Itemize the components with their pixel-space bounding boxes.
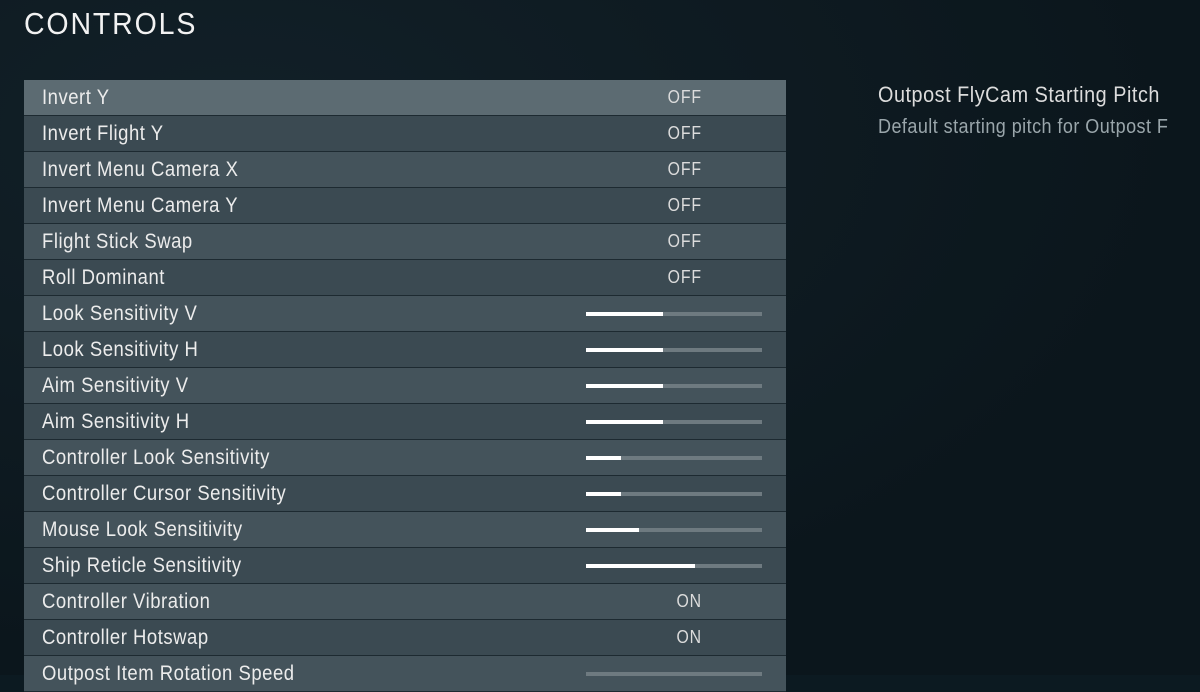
settings-row-slider-fill — [586, 384, 663, 388]
settings-row-toggle-value[interactable]: ON — [676, 627, 702, 648]
settings-row-label: Flight Stick Swap — [42, 230, 193, 254]
help-panel: Outpost FlyCam Starting Pitch Default st… — [878, 82, 1200, 139]
settings-row-label: Aim Sensitivity V — [42, 374, 189, 398]
settings-row-label: Controller Vibration — [42, 590, 210, 614]
page-title: CONTROLS — [24, 6, 197, 42]
settings-row-slider[interactable] — [586, 492, 762, 496]
settings-row-slider-fill — [586, 456, 621, 460]
settings-row-slider[interactable] — [586, 420, 762, 424]
settings-row-slider[interactable] — [586, 348, 762, 352]
settings-row[interactable]: Aim Sensitivity V — [24, 368, 786, 404]
settings-row-label: Invert Menu Camera Y — [42, 194, 238, 218]
settings-row[interactable]: Invert Menu Camera Y OFF — [24, 188, 786, 224]
settings-row-slider[interactable] — [586, 456, 762, 460]
settings-row[interactable]: Mouse Look Sensitivity — [24, 512, 786, 548]
settings-row[interactable]: Invert Flight Y OFF — [24, 116, 786, 152]
settings-row-label: Invert Menu Camera X — [42, 158, 238, 182]
settings-row-slider[interactable] — [586, 384, 762, 388]
settings-row-slider-fill — [586, 348, 663, 352]
help-body: Default starting pitch for Outpost F — [878, 116, 1168, 139]
settings-row[interactable]: Controller Vibration ON — [24, 584, 786, 620]
settings-row-slider-fill — [586, 528, 639, 532]
settings-row-label: Invert Y — [42, 86, 110, 110]
settings-row-toggle-value[interactable]: OFF — [668, 87, 702, 108]
settings-row-label: Look Sensitivity H — [42, 338, 198, 362]
settings-row-label: Mouse Look Sensitivity — [42, 518, 243, 542]
settings-row[interactable]: Ship Reticle Sensitivity — [24, 548, 786, 584]
settings-row-slider-fill — [586, 312, 663, 316]
settings-row[interactable]: Controller Hotswap ON — [24, 620, 786, 656]
settings-row-label: Look Sensitivity V — [42, 302, 197, 326]
settings-row[interactable]: Controller Look Sensitivity — [24, 440, 786, 476]
settings-row[interactable]: Roll Dominant OFF — [24, 260, 786, 296]
settings-row-slider-fill — [586, 564, 695, 568]
settings-row-slider-fill — [586, 420, 663, 424]
settings-row-label: Roll Dominant — [42, 266, 165, 290]
settings-row-label: Aim Sensitivity H — [42, 410, 190, 434]
settings-row-label: Controller Look Sensitivity — [42, 446, 270, 470]
settings-row[interactable]: Look Sensitivity H — [24, 332, 786, 368]
settings-row[interactable]: Outpost Item Rotation Speed — [24, 656, 786, 692]
settings-row-toggle-value[interactable]: OFF — [668, 267, 702, 288]
settings-row-slider[interactable] — [586, 564, 762, 568]
settings-row-slider[interactable] — [586, 528, 762, 532]
settings-row-toggle-value[interactable]: OFF — [668, 159, 702, 180]
settings-row-slider-fill — [586, 492, 621, 496]
settings-row[interactable]: Look Sensitivity V — [24, 296, 786, 332]
settings-row[interactable]: Invert Menu Camera X OFF — [24, 152, 786, 188]
settings-row-label: Ship Reticle Sensitivity — [42, 554, 242, 578]
settings-row-label: Invert Flight Y — [42, 122, 164, 146]
settings-row-label: Controller Cursor Sensitivity — [42, 482, 286, 506]
settings-row[interactable]: Invert Y OFF — [24, 80, 786, 116]
settings-row-toggle-value[interactable]: OFF — [668, 231, 702, 252]
settings-row-label: Outpost Item Rotation Speed — [42, 662, 295, 686]
settings-row[interactable]: Controller Cursor Sensitivity — [24, 476, 786, 512]
settings-row-toggle-value[interactable]: OFF — [668, 195, 702, 216]
settings-list: Invert YOFFInvert Flight YOFFInvert Menu… — [24, 80, 786, 692]
settings-row-toggle-value[interactable]: ON — [676, 591, 702, 612]
help-title: Outpost FlyCam Starting Pitch — [878, 82, 1168, 108]
settings-row-toggle-value[interactable]: OFF — [668, 123, 702, 144]
settings-row-label: Controller Hotswap — [42, 626, 209, 650]
settings-row[interactable]: Flight Stick Swap OFF — [24, 224, 786, 260]
settings-row-slider[interactable] — [586, 312, 762, 316]
settings-row[interactable]: Aim Sensitivity H — [24, 404, 786, 440]
